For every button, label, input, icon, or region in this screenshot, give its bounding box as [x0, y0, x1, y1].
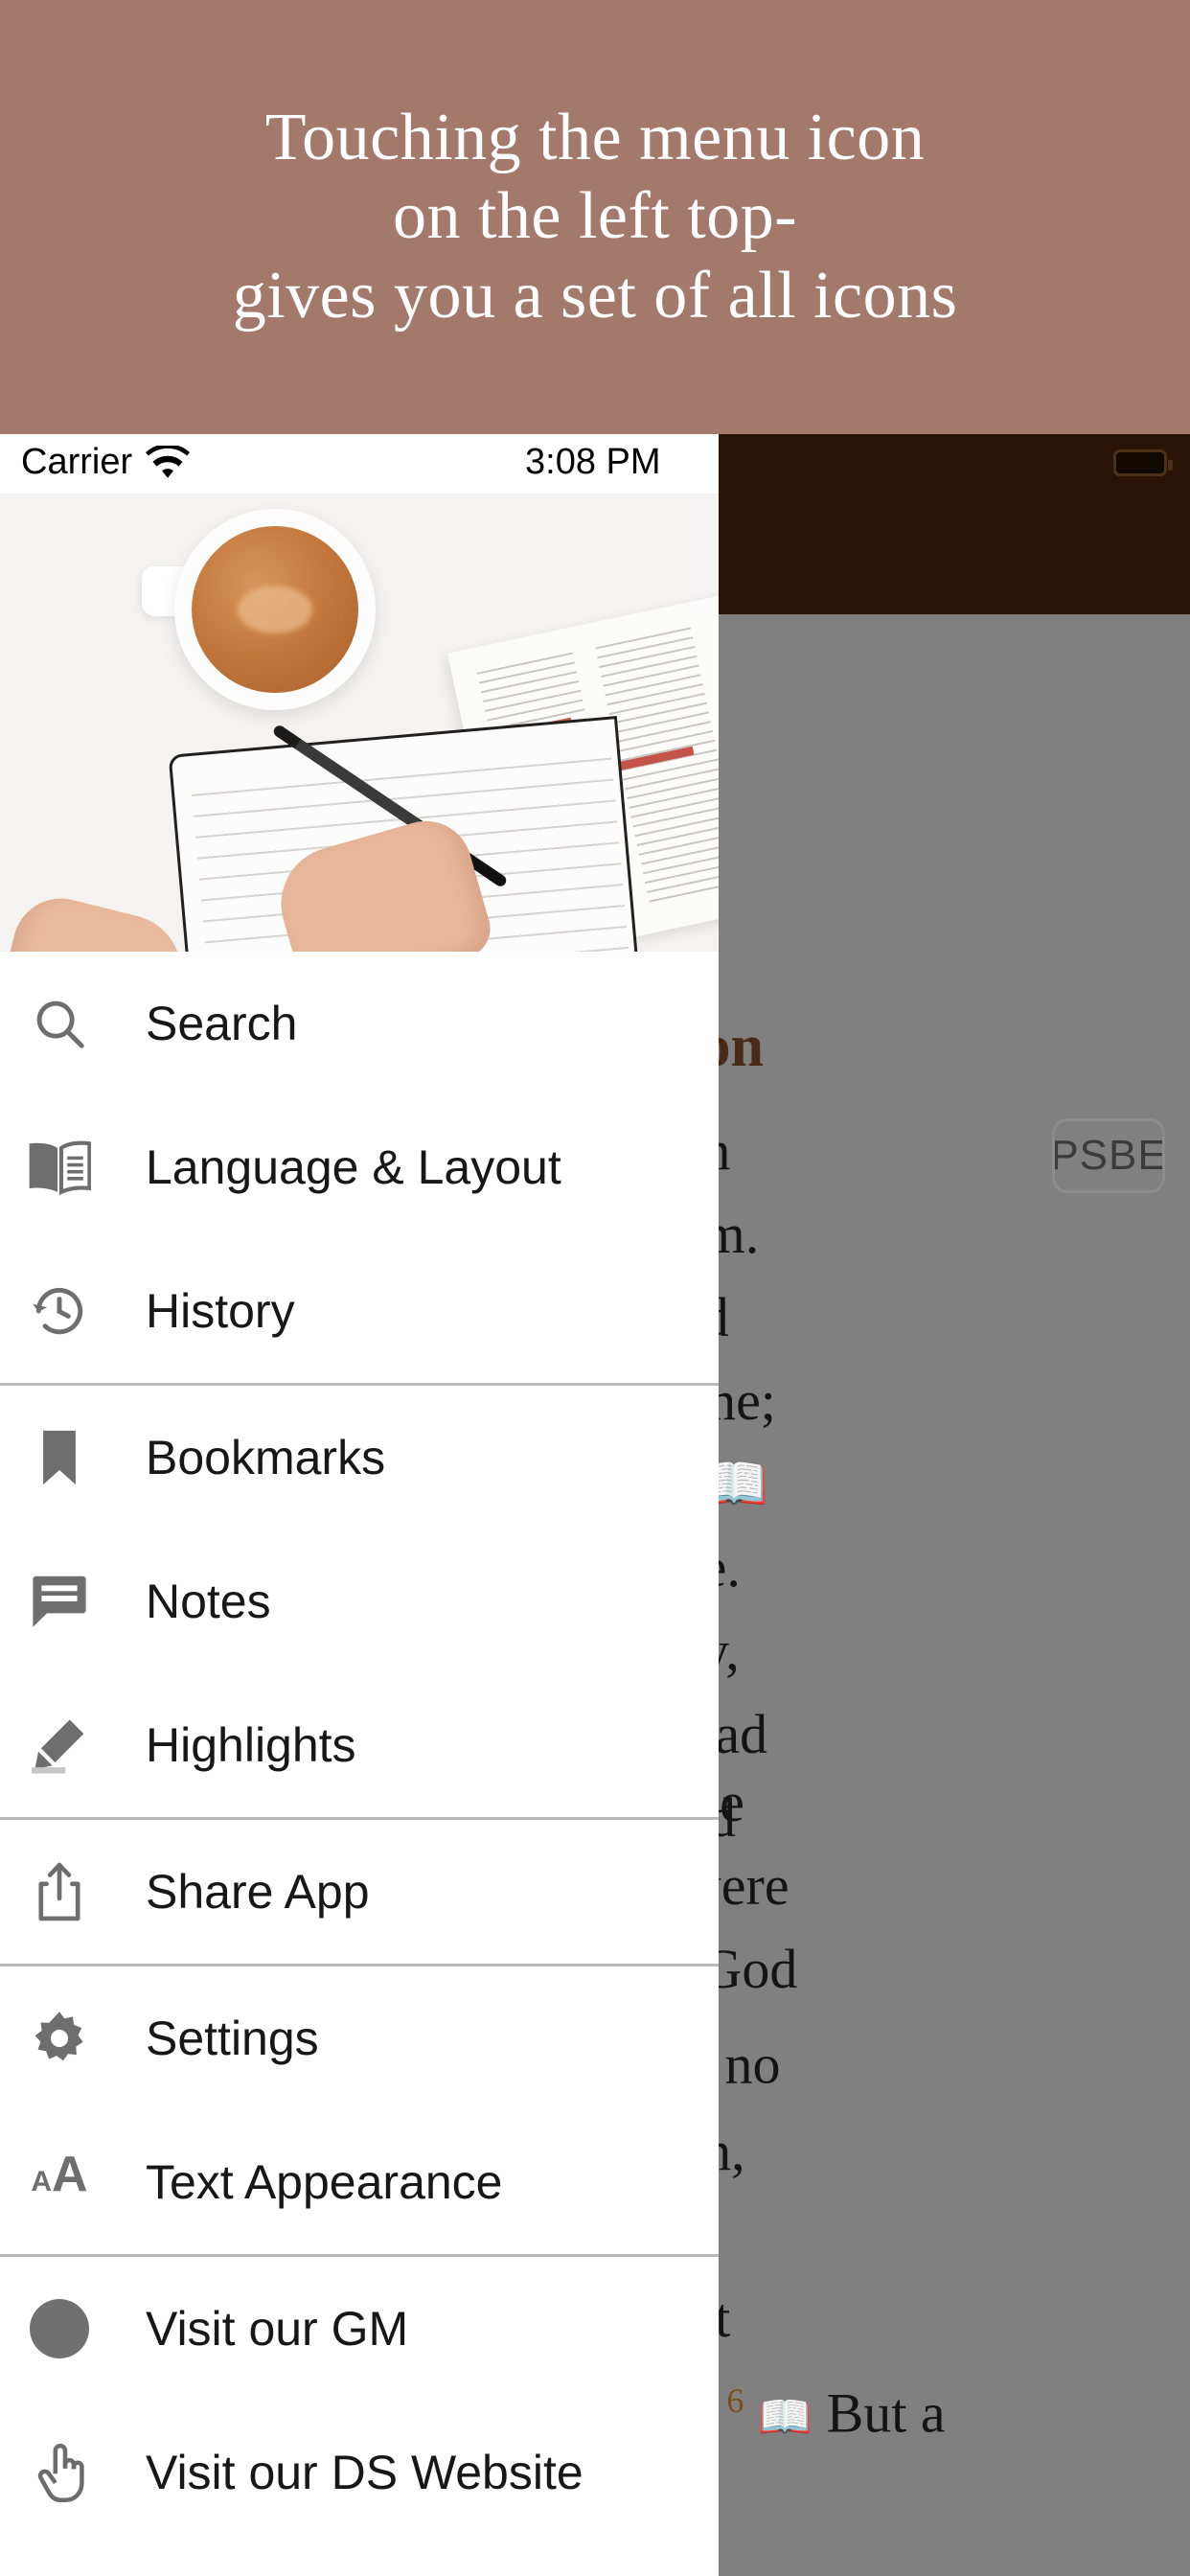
- text-appearance-icon: AA: [31, 2147, 88, 2202]
- menu-item-settings[interactable]: Settings: [0, 1966, 719, 2110]
- menu-item-bookmarks[interactable]: Bookmarks: [0, 1386, 719, 1530]
- menu-item-highlights[interactable]: Highlights: [0, 1673, 719, 1817]
- menu-item-search[interactable]: Search: [0, 952, 719, 1095]
- bookmark-icon: [23, 1421, 96, 1494]
- menu-item-label: History: [146, 1284, 295, 1338]
- menu-group-2: Bookmarks Notes Highlights: [0, 1386, 719, 1817]
- menu-item-label: Share App: [146, 1865, 370, 1919]
- instruction-banner: Touching the menu icon on the left top- …: [0, 0, 1190, 434]
- menu-item-label: Visit our GM: [146, 2302, 409, 2356]
- menu-item-label: Settings: [146, 2012, 319, 2065]
- wifi-icon: [146, 444, 190, 490]
- search-icon: [23, 987, 96, 1060]
- clock-label: 3:08 PM: [525, 442, 661, 482]
- book-icon: [23, 1131, 96, 1204]
- menu-item-label: Language & Layout: [146, 1140, 561, 1194]
- menu-item-visit-gm[interactable]: Visit our GM: [0, 2257, 719, 2401]
- menu-item-text-appearance[interactable]: AA Text Appearance: [0, 2110, 719, 2254]
- menu-group-5: Visit our GM Visit our DS Website: [0, 2257, 719, 2544]
- menu-item-label: Highlights: [146, 1718, 356, 1772]
- navigation-drawer: Carrier 3:08 PM Search Language & Layout…: [0, 434, 719, 2576]
- menu-item-share-app[interactable]: Share App: [0, 1820, 719, 1964]
- menu-item-label: Notes: [146, 1575, 271, 1628]
- pencil-icon: [23, 1709, 96, 1782]
- battery-icon: [1113, 449, 1173, 476]
- circle-icon: [23, 2292, 96, 2365]
- menu-item-label: Text Appearance: [146, 2155, 503, 2209]
- menu-group-3: Share App: [0, 1820, 719, 1964]
- share-icon: [23, 1855, 96, 1928]
- menu-group-1: Search Language & Layout History: [0, 952, 719, 1383]
- app-frame: AA PSBE bout creation d: [0, 434, 1190, 2576]
- gear-icon: [23, 2002, 96, 2075]
- drawer-header-image: [0, 494, 719, 952]
- pointing-hand-icon: [23, 2439, 96, 2506]
- notes-icon: [23, 1565, 96, 1638]
- status-bar: Carrier 3:08 PM: [0, 434, 719, 494]
- menu-item-notes[interactable]: Notes: [0, 1530, 719, 1673]
- menu-item-label: Visit our DS Website: [146, 2446, 584, 2499]
- menu-group-4: Settings AA Text Appearance: [0, 1966, 719, 2254]
- verse-number-6: 6: [726, 2381, 744, 2421]
- menu-item-label: Search: [146, 997, 298, 1050]
- screen-root: Touching the menu icon on the left top- …: [0, 0, 1190, 2576]
- drawer-menu: Search Language & Layout History Bookmar…: [0, 952, 719, 2544]
- reader-paragraph-2-end: But a: [826, 2381, 946, 2445]
- menu-item-history[interactable]: History: [0, 1239, 719, 1383]
- menu-item-label: Bookmarks: [146, 1431, 386, 1484]
- menu-item-language-layout[interactable]: Language & Layout: [0, 1095, 719, 1239]
- carrier-label: Carrier: [21, 442, 133, 482]
- menu-item-visit-ds-website[interactable]: Visit our DS Website: [0, 2401, 719, 2544]
- open-book-emoji: 📖: [757, 2392, 813, 2442]
- instruction-banner-text: Touching the menu icon on the left top- …: [232, 100, 958, 333]
- history-icon: [23, 1275, 96, 1347]
